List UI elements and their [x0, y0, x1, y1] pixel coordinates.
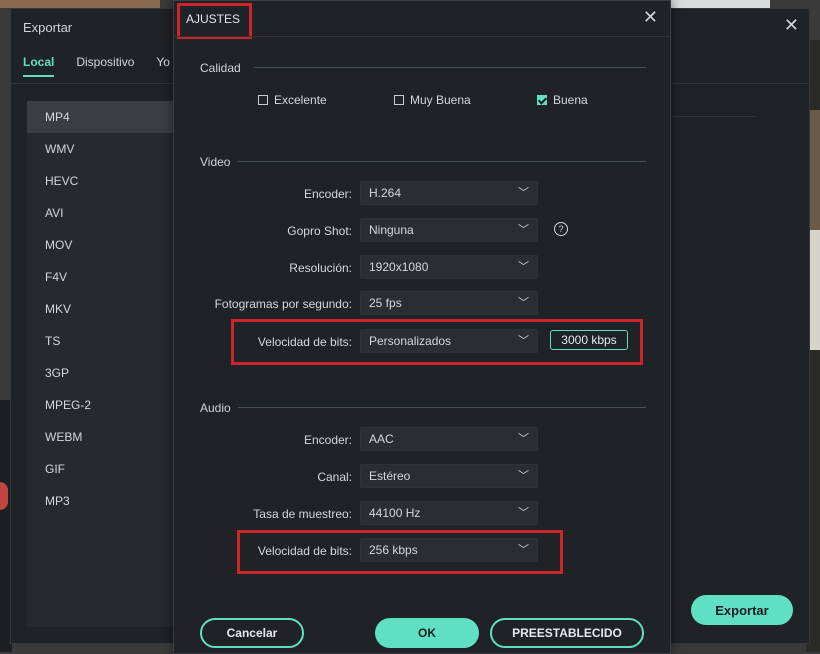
background-badge-left	[0, 482, 8, 510]
section-label-quality: Calidad	[200, 61, 241, 75]
video-encoder-dropdown[interactable]: H.264 ﹀	[360, 181, 538, 205]
preset-button[interactable]: PREESTABLECIDO	[490, 618, 644, 648]
sample-rate-value: 44100 Hz	[369, 506, 421, 520]
quality-label-excelente: Excelente	[274, 93, 327, 107]
background-thumbnail-left	[0, 0, 160, 8]
video-bitrate-value: Personalizados	[369, 334, 452, 348]
help-icon[interactable]: ?	[554, 222, 568, 236]
dialog-header-divider	[174, 36, 670, 37]
label-video-encoder: Encoder:	[303, 187, 352, 201]
format-item-ts[interactable]: TS	[27, 325, 175, 357]
label-gopro-shot: Gopro Shot:	[287, 224, 352, 238]
chevron-down-icon: ﹀	[518, 544, 529, 556]
check-icon[interactable]	[537, 95, 547, 105]
chevron-down-icon: ﹀	[518, 507, 529, 519]
quality-label-buena: Buena	[553, 93, 588, 107]
settings-dialog: AJUSTES ✕ Calidad Excelente Muy Buena Bu…	[173, 0, 671, 654]
sample-rate-dropdown[interactable]: 44100 Hz ﹀	[360, 501, 538, 525]
label-audio-bitrate: Velocidad de bits:	[257, 544, 352, 558]
ok-button[interactable]: OK	[375, 618, 479, 648]
chevron-down-icon: ﹀	[518, 433, 529, 445]
checkbox-muy-buena[interactable]	[394, 95, 404, 105]
format-item-mp4[interactable]: MP4	[27, 101, 175, 133]
chevron-down-icon: ﹀	[518, 297, 529, 309]
cancel-button[interactable]: Cancelar	[200, 618, 304, 648]
video-bitrate-dropdown[interactable]: Personalizados ﹀	[360, 329, 538, 353]
close-icon[interactable]: ✕	[784, 15, 799, 36]
quality-option-muy-buena[interactable]: Muy Buena	[394, 93, 471, 107]
audio-bitrate-value: 256 kbps	[369, 543, 418, 557]
tab-youtube[interactable]: Yo	[156, 55, 170, 77]
chevron-down-icon: ﹀	[518, 261, 529, 273]
checkbox-excelente[interactable]	[258, 95, 268, 105]
resolution-value: 1920x1080	[369, 260, 429, 274]
video-encoder-value: H.264	[369, 186, 402, 200]
chevron-down-icon: ﹀	[518, 187, 529, 199]
format-item-mov[interactable]: MOV	[27, 229, 175, 261]
format-item-f4v[interactable]: F4V	[27, 261, 175, 293]
export-button[interactable]: Exportar	[691, 595, 793, 625]
section-rule-audio	[238, 407, 646, 408]
export-window-title: Exportar	[23, 20, 73, 35]
audio-bitrate-dropdown[interactable]: 256 kbps ﹀	[360, 538, 538, 562]
resolution-dropdown[interactable]: 1920x1080 ﹀	[360, 255, 538, 279]
format-list: MP4 WMV HEVC AVI MOV F4V MKV TS 3GP MPEG…	[27, 101, 175, 627]
format-item-mkv[interactable]: MKV	[27, 293, 175, 325]
export-tabs: Local Dispositivo Yo	[23, 55, 170, 77]
gopro-shot-dropdown[interactable]: Ninguna ﹀	[360, 218, 538, 242]
fps-dropdown[interactable]: 25 fps ﹀	[360, 291, 538, 315]
label-video-bitrate: Velocidad de bits:	[257, 335, 352, 349]
format-item-gif[interactable]: GIF	[27, 453, 175, 485]
tab-dispositivo[interactable]: Dispositivo	[76, 55, 134, 77]
chevron-down-icon: ﹀	[518, 470, 529, 482]
quality-option-excelente[interactable]: Excelente	[258, 93, 327, 107]
section-label-audio: Audio	[200, 401, 231, 415]
format-item-hevc[interactable]: HEVC	[27, 165, 175, 197]
export-section-divider	[671, 116, 755, 117]
channel-dropdown[interactable]: Estéreo ﹀	[360, 464, 538, 488]
format-item-webm[interactable]: WEBM	[27, 421, 175, 453]
format-item-avi[interactable]: AVI	[27, 197, 175, 229]
label-resolution: Resolución:	[289, 261, 352, 275]
format-item-3gp[interactable]: 3GP	[27, 357, 175, 389]
close-icon[interactable]: ✕	[643, 7, 658, 28]
section-rule-quality	[254, 67, 646, 68]
channel-value: Estéreo	[369, 469, 411, 483]
format-item-mpeg2[interactable]: MPEG-2	[27, 389, 175, 421]
section-rule-video	[238, 161, 646, 162]
label-sample-rate: Tasa de muestreo:	[253, 507, 352, 521]
label-audio-encoder: Encoder:	[303, 433, 352, 447]
custom-bitrate-input[interactable]: 3000 kbps	[550, 330, 628, 350]
format-item-mp3[interactable]: MP3	[27, 485, 175, 517]
gopro-shot-value: Ninguna	[369, 223, 414, 237]
section-label-video: Video	[200, 155, 231, 169]
chevron-down-icon: ﹀	[518, 335, 529, 347]
dialog-title: AJUSTES	[186, 12, 241, 26]
format-item-wmv[interactable]: WMV	[27, 133, 175, 165]
quality-option-buena[interactable]: Buena	[537, 93, 588, 107]
label-fps: Fotogramas por segundo:	[214, 297, 352, 311]
fps-value: 25 fps	[369, 296, 402, 310]
tab-local[interactable]: Local	[23, 55, 55, 77]
background-thumbnail-right	[670, 0, 770, 8]
audio-encoder-value: AAC	[369, 432, 394, 446]
audio-encoder-dropdown[interactable]: AAC ﹀	[360, 427, 538, 451]
chevron-down-icon: ﹀	[518, 224, 529, 236]
label-channel: Canal:	[317, 470, 352, 484]
quality-label-muy-buena: Muy Buena	[410, 93, 471, 107]
